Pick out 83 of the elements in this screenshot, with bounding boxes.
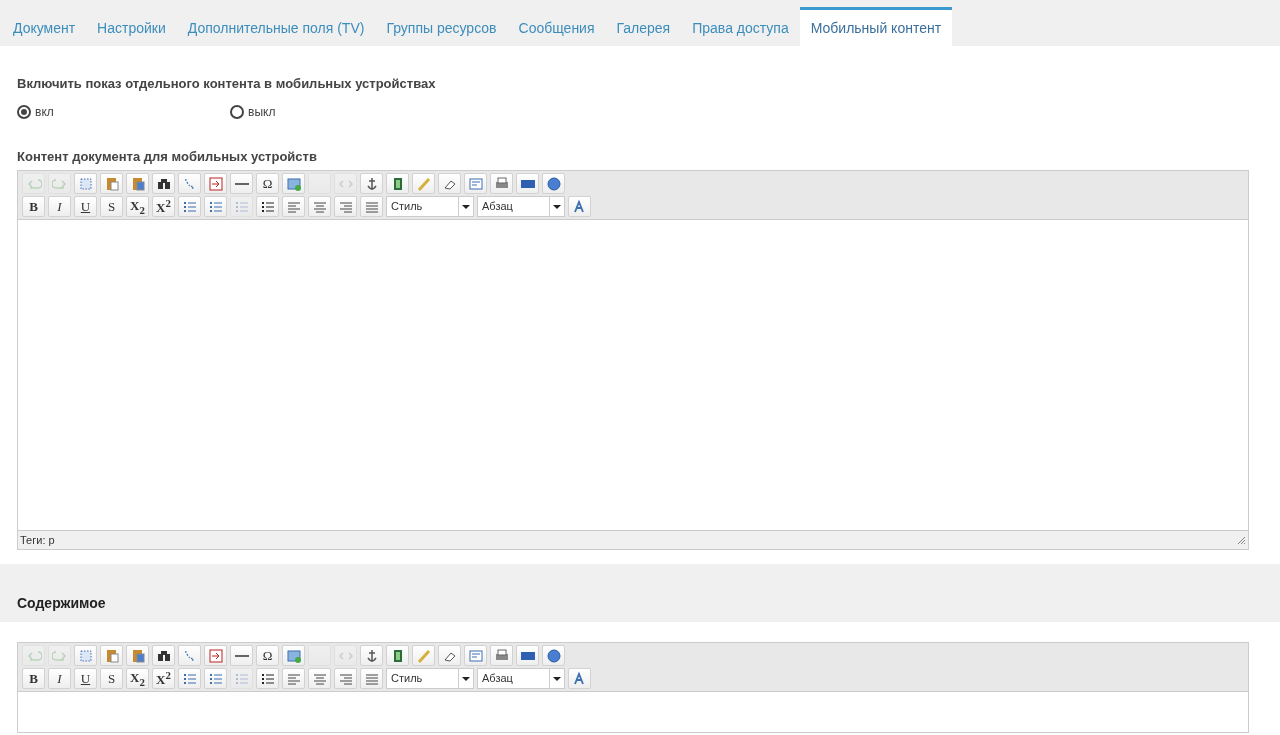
bullets-button[interactable] xyxy=(178,196,201,217)
format-select[interactable]: Абзац xyxy=(477,196,565,217)
select-all-icon xyxy=(77,647,94,664)
justify-button[interactable] xyxy=(360,196,383,217)
rule-button[interactable] xyxy=(230,645,253,666)
template-icon xyxy=(467,647,484,664)
html-button[interactable] xyxy=(516,173,539,194)
image-icon xyxy=(285,175,302,192)
help-button[interactable] xyxy=(542,645,565,666)
page-break-button[interactable] xyxy=(204,173,227,194)
format-select[interactable]: Стиль xyxy=(386,196,474,217)
caret-icon xyxy=(549,669,564,688)
format-select[interactable]: Стиль xyxy=(386,668,474,689)
print-button[interactable] xyxy=(490,645,513,666)
format-button[interactable]: U xyxy=(74,668,97,689)
format-button[interactable]: X$_{2}$ xyxy=(126,668,149,689)
format-button[interactable]: S xyxy=(100,196,123,217)
find-button[interactable] xyxy=(152,645,175,666)
format-button[interactable]: I xyxy=(48,668,71,689)
paste-button[interactable] xyxy=(100,173,123,194)
format-button[interactable]: X$_{2}$ xyxy=(126,196,149,217)
align-right-button[interactable] xyxy=(334,668,357,689)
indent-button[interactable] xyxy=(256,668,279,689)
anchor-button[interactable] xyxy=(360,173,383,194)
field-label: Контент документа для мобильных устройств xyxy=(17,149,318,164)
format-button[interactable]: X$^{2}$ xyxy=(152,668,175,689)
print-button[interactable] xyxy=(490,173,513,194)
radio-label: вкл xyxy=(35,105,54,119)
field-label: Включить показ отдельного контента в мобильных устройствах xyxy=(17,76,437,91)
radio-option[interactable]: выкл xyxy=(230,105,443,119)
status-path: Теги: p xyxy=(20,534,55,546)
page-break-button[interactable] xyxy=(204,645,227,666)
rule-button[interactable] xyxy=(230,173,253,194)
indent-button[interactable] xyxy=(256,196,279,217)
bullets-button[interactable] xyxy=(178,668,201,689)
image-icon xyxy=(285,647,302,664)
tab[interactable]: Мобильный контент xyxy=(799,7,953,46)
paste-word-button[interactable] xyxy=(126,645,149,666)
format-button[interactable]: Ω xyxy=(256,645,279,666)
caret-icon xyxy=(458,669,473,688)
align-right-button[interactable] xyxy=(334,196,357,217)
radio-icon[interactable] xyxy=(17,105,31,119)
format-button[interactable]: B xyxy=(22,668,45,689)
align-center-button[interactable] xyxy=(308,196,331,217)
styles-button[interactable] xyxy=(568,196,591,217)
page-break-icon xyxy=(207,647,224,664)
format-button[interactable]: U xyxy=(74,196,97,217)
html-button[interactable] xyxy=(516,645,539,666)
resize-grip-icon xyxy=(1236,535,1246,545)
numbers-button[interactable] xyxy=(204,668,227,689)
template-icon xyxy=(467,175,484,192)
paste-word-button[interactable] xyxy=(126,173,149,194)
align-center-button[interactable] xyxy=(308,668,331,689)
caret-icon xyxy=(458,197,473,216)
format-button[interactable]: B xyxy=(22,196,45,217)
format-button[interactable]: S xyxy=(100,668,123,689)
media-button[interactable] xyxy=(386,173,409,194)
anchor-button[interactable] xyxy=(360,645,383,666)
numbers-button[interactable] xyxy=(204,196,227,217)
paste-button[interactable] xyxy=(100,645,123,666)
template-button[interactable] xyxy=(464,645,487,666)
help-button[interactable] xyxy=(542,173,565,194)
template-button[interactable] xyxy=(464,173,487,194)
rule-icon xyxy=(234,654,249,657)
justify-button[interactable] xyxy=(360,668,383,689)
select-all-button[interactable] xyxy=(74,645,97,666)
caret-icon xyxy=(549,197,564,216)
page-break-icon xyxy=(207,175,224,192)
format-button[interactable]: X$^{2}$ xyxy=(152,196,175,217)
styles-button[interactable] xyxy=(568,668,591,689)
rule-icon xyxy=(234,182,249,185)
eraser-button[interactable] xyxy=(438,173,461,194)
radio-label: выкл xyxy=(248,105,276,119)
radio-icon[interactable] xyxy=(230,105,244,119)
format-select[interactable]: Абзац xyxy=(477,668,565,689)
media-button[interactable] xyxy=(386,645,409,666)
format-button[interactable]: I xyxy=(48,196,71,217)
format-button[interactable]: Ω xyxy=(256,173,279,194)
select-all-icon xyxy=(77,175,94,192)
select-all-button[interactable] xyxy=(74,173,97,194)
find-button[interactable] xyxy=(152,173,175,194)
eraser-button[interactable] xyxy=(438,645,461,666)
radio-option[interactable]: вкл xyxy=(17,105,230,119)
